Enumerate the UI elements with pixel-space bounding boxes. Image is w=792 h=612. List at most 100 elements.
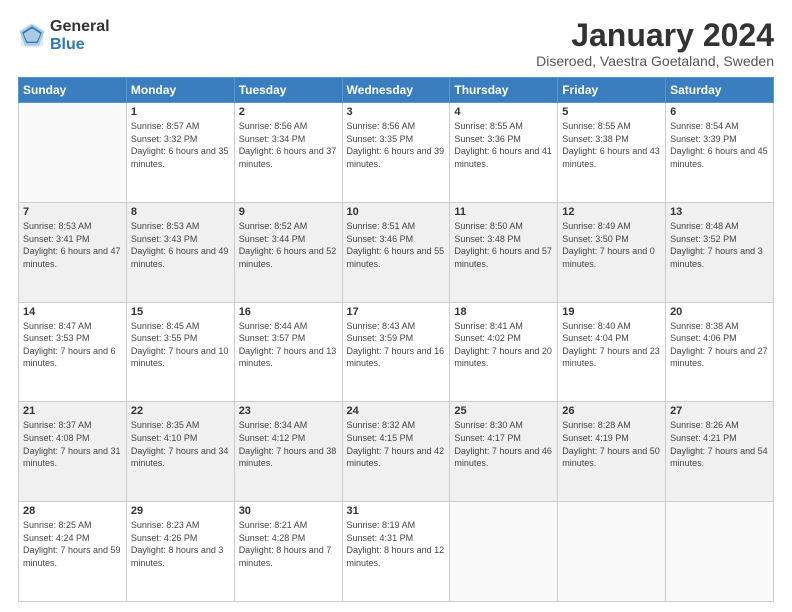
day-number: 7 bbox=[23, 206, 122, 218]
day-info: Sunrise: 8:55 AMSunset: 3:38 PMDaylight:… bbox=[562, 120, 661, 170]
table-row bbox=[558, 502, 666, 602]
day-info: Sunrise: 8:48 AMSunset: 3:52 PMDaylight:… bbox=[670, 220, 769, 270]
table-row: 20 Sunrise: 8:38 AMSunset: 4:06 PMDayligh… bbox=[666, 302, 774, 402]
day-info: Sunrise: 8:55 AMSunset: 3:36 PMDaylight:… bbox=[454, 120, 553, 170]
day-info: Sunrise: 8:38 AMSunset: 4:06 PMDaylight:… bbox=[670, 320, 769, 370]
table-row: 4 Sunrise: 8:55 AMSunset: 3:36 PMDaylight… bbox=[450, 103, 558, 203]
day-number: 22 bbox=[131, 405, 230, 417]
header-tuesday: Tuesday bbox=[234, 78, 342, 103]
table-row: 10Sunrise: 8:51 AMSunset: 3:46 PMDayligh… bbox=[342, 202, 450, 302]
day-number: 8 bbox=[131, 206, 230, 218]
day-info: Sunrise: 8:50 AMSunset: 3:48 PMDaylight:… bbox=[454, 220, 553, 270]
day-number: 13 bbox=[670, 206, 769, 218]
day-info: Sunrise: 8:49 AMSunset: 3:50 PMDaylight:… bbox=[562, 220, 661, 270]
weekday-header-row: Sunday Monday Tuesday Wednesday Thursday… bbox=[19, 78, 774, 103]
day-number: 17 bbox=[347, 306, 446, 318]
day-info: Sunrise: 8:25 AMSunset: 4:24 PMDaylight:… bbox=[23, 519, 122, 569]
day-info: Sunrise: 8:52 AMSunset: 3:44 PMDaylight:… bbox=[239, 220, 338, 270]
page: General Blue January 2024 Diseroed, Vaes… bbox=[0, 0, 792, 612]
header-thursday: Thursday bbox=[450, 78, 558, 103]
table-row: 21Sunrise: 8:37 AMSunset: 4:08 PMDayligh… bbox=[19, 402, 127, 502]
day-number: 16 bbox=[239, 306, 338, 318]
calendar-week-row: 21Sunrise: 8:37 AMSunset: 4:08 PMDayligh… bbox=[19, 402, 774, 502]
day-info: Sunrise: 8:30 AMSunset: 4:17 PMDaylight:… bbox=[454, 419, 553, 469]
table-row: 27 Sunrise: 8:26 AMSunset: 4:21 PMDayligh… bbox=[666, 402, 774, 502]
table-row: 7 Sunrise: 8:53 AMSunset: 3:41 PMDaylight… bbox=[19, 202, 127, 302]
table-row: 3Sunrise: 8:56 AMSunset: 3:35 PMDaylight… bbox=[342, 103, 450, 203]
table-row: 26 Sunrise: 8:28 AMSunset: 4:19 PMDayligh… bbox=[558, 402, 666, 502]
table-row bbox=[19, 103, 127, 203]
table-row: 28 Sunrise: 8:25 AMSunset: 4:24 PMDayligh… bbox=[19, 502, 127, 602]
table-row: 18Sunrise: 8:41 AMSunset: 4:02 PMDayligh… bbox=[450, 302, 558, 402]
day-info: Sunrise: 8:40 AMSunset: 4:04 PMDaylight:… bbox=[562, 320, 661, 370]
calendar-week-row: 28 Sunrise: 8:25 AMSunset: 4:24 PMDayligh… bbox=[19, 502, 774, 602]
day-info: Sunrise: 8:23 AMSunset: 4:26 PMDaylight:… bbox=[131, 519, 230, 569]
calendar-week-row: 7 Sunrise: 8:53 AMSunset: 3:41 PMDaylight… bbox=[19, 202, 774, 302]
header-saturday: Saturday bbox=[666, 78, 774, 103]
day-info: Sunrise: 8:26 AMSunset: 4:21 PMDaylight:… bbox=[670, 419, 769, 469]
day-info: Sunrise: 8:32 AMSunset: 4:15 PMDaylight:… bbox=[347, 419, 446, 469]
table-row: 31Sunrise: 8:19 AMSunset: 4:31 PMDayligh… bbox=[342, 502, 450, 602]
day-number: 12 bbox=[562, 206, 661, 218]
day-number: 9 bbox=[239, 206, 338, 218]
day-number: 4 bbox=[454, 106, 553, 118]
day-number: 31 bbox=[347, 505, 446, 517]
day-info: Sunrise: 8:57 AMSunset: 3:32 PMDaylight:… bbox=[131, 120, 230, 170]
day-number: 25 bbox=[454, 405, 553, 417]
day-info: Sunrise: 8:35 AMSunset: 4:10 PMDaylight:… bbox=[131, 419, 230, 469]
table-row bbox=[450, 502, 558, 602]
logo: General Blue bbox=[18, 18, 110, 53]
calendar-week-row: 1 Sunrise: 8:57 AMSunset: 3:32 PMDaylight… bbox=[19, 103, 774, 203]
logo-text: General Blue bbox=[50, 18, 110, 53]
day-info: Sunrise: 8:56 AMSunset: 3:35 PMDaylight:… bbox=[347, 120, 446, 170]
day-number: 18 bbox=[454, 306, 553, 318]
header-monday: Monday bbox=[126, 78, 234, 103]
day-number: 11 bbox=[454, 206, 553, 218]
table-row: 1 Sunrise: 8:57 AMSunset: 3:32 PMDaylight… bbox=[126, 103, 234, 203]
day-number: 2 bbox=[239, 106, 338, 118]
day-number: 14 bbox=[23, 306, 122, 318]
day-number: 15 bbox=[131, 306, 230, 318]
day-info: Sunrise: 8:54 AMSunset: 3:39 PMDaylight:… bbox=[670, 120, 769, 170]
table-row: 12 Sunrise: 8:49 AMSunset: 3:50 PMDayligh… bbox=[558, 202, 666, 302]
day-info: Sunrise: 8:56 AMSunset: 3:34 PMDaylight:… bbox=[239, 120, 338, 170]
title-block: January 2024 Diseroed, Vaestra Goetaland… bbox=[536, 18, 774, 69]
day-number: 5 bbox=[562, 106, 661, 118]
table-row: 23Sunrise: 8:34 AMSunset: 4:12 PMDayligh… bbox=[234, 402, 342, 502]
table-row: 11 Sunrise: 8:50 AMSunset: 3:48 PMDayligh… bbox=[450, 202, 558, 302]
day-number: 6 bbox=[670, 106, 769, 118]
table-row: 17 Sunrise: 8:43 AMSunset: 3:59 PMDayligh… bbox=[342, 302, 450, 402]
table-row: 30Sunrise: 8:21 AMSunset: 4:28 PMDayligh… bbox=[234, 502, 342, 602]
day-info: Sunrise: 8:34 AMSunset: 4:12 PMDaylight:… bbox=[239, 419, 338, 469]
day-info: Sunrise: 8:43 AMSunset: 3:59 PMDaylight:… bbox=[347, 320, 446, 370]
day-number: 27 bbox=[670, 405, 769, 417]
day-number: 20 bbox=[670, 306, 769, 318]
table-row: 8 Sunrise: 8:53 AMSunset: 3:43 PMDaylight… bbox=[126, 202, 234, 302]
day-info: Sunrise: 8:53 AMSunset: 3:41 PMDaylight:… bbox=[23, 220, 122, 270]
table-row: 9 Sunrise: 8:52 AMSunset: 3:44 PMDaylight… bbox=[234, 202, 342, 302]
table-row: 25 Sunrise: 8:30 AMSunset: 4:17 PMDayligh… bbox=[450, 402, 558, 502]
day-number: 28 bbox=[23, 505, 122, 517]
table-row: 22 Sunrise: 8:35 AMSunset: 4:10 PMDayligh… bbox=[126, 402, 234, 502]
header: General Blue January 2024 Diseroed, Vaes… bbox=[18, 18, 774, 69]
day-number: 1 bbox=[131, 106, 230, 118]
table-row: 24 Sunrise: 8:32 AMSunset: 4:15 PMDayligh… bbox=[342, 402, 450, 502]
day-info: Sunrise: 8:28 AMSunset: 4:19 PMDaylight:… bbox=[562, 419, 661, 469]
day-info: Sunrise: 8:53 AMSunset: 3:43 PMDaylight:… bbox=[131, 220, 230, 270]
logo-blue-text: Blue bbox=[50, 36, 110, 54]
header-sunday: Sunday bbox=[19, 78, 127, 103]
day-info: Sunrise: 8:37 AMSunset: 4:08 PMDaylight:… bbox=[23, 419, 122, 469]
calendar-week-row: 14 Sunrise: 8:47 AMSunset: 3:53 PMDayligh… bbox=[19, 302, 774, 402]
day-info: Sunrise: 8:45 AMSunset: 3:55 PMDaylight:… bbox=[131, 320, 230, 370]
day-info: Sunrise: 8:47 AMSunset: 3:53 PMDaylight:… bbox=[23, 320, 122, 370]
day-number: 26 bbox=[562, 405, 661, 417]
calendar-table: Sunday Monday Tuesday Wednesday Thursday… bbox=[18, 77, 774, 602]
day-info: Sunrise: 8:44 AMSunset: 3:57 PMDaylight:… bbox=[239, 320, 338, 370]
logo-icon bbox=[18, 22, 46, 50]
table-row: 29Sunrise: 8:23 AMSunset: 4:26 PMDayligh… bbox=[126, 502, 234, 602]
header-wednesday: Wednesday bbox=[342, 78, 450, 103]
day-number: 24 bbox=[347, 405, 446, 417]
day-number: 19 bbox=[562, 306, 661, 318]
table-row: 5 Sunrise: 8:55 AMSunset: 3:38 PMDaylight… bbox=[558, 103, 666, 203]
table-row: 19 Sunrise: 8:40 AMSunset: 4:04 PMDayligh… bbox=[558, 302, 666, 402]
